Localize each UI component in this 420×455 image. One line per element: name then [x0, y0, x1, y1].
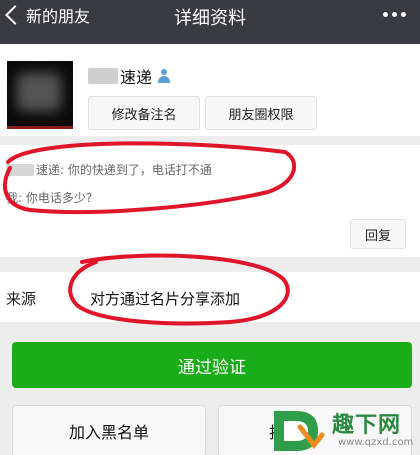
profile-card: 速递 修改备注名 朋友圈权限	[0, 44, 420, 136]
redacted-name-part	[88, 68, 118, 84]
avatar[interactable]	[7, 61, 73, 129]
page-title: 详细资料	[174, 8, 246, 29]
message-text: 我: 你电话多少?	[6, 191, 93, 205]
watermark-url: www.qzxd.com	[338, 437, 414, 448]
reply-button[interactable]: 回复	[350, 219, 406, 249]
message-text: 速递: 你的快递到了，电话打不通	[36, 163, 212, 177]
more-icon[interactable]	[383, 12, 406, 17]
verification-messages: 速递: 你的快递到了，电话打不通 我: 你电话多少? 回复	[0, 145, 420, 257]
edit-remark-button[interactable]: 修改备注名	[88, 96, 200, 130]
watermark-text: 趣下网	[332, 413, 402, 438]
navigation-bar: 新的朋友 详细资料	[0, 0, 420, 44]
redacted-name-part	[6, 163, 34, 176]
message-item: 速递: 你的快递到了，电话打不通	[6, 161, 212, 178]
accept-verification-button[interactable]: 通过验证	[12, 342, 412, 388]
watermark-logo-icon	[274, 411, 325, 451]
site-watermark: 趣下网 www.qzxd.com	[270, 405, 420, 455]
person-icon	[158, 69, 171, 83]
contact-name: 速递	[120, 68, 153, 87]
message-item: 我: 你电话多少?	[6, 189, 92, 206]
source-label: 来源	[6, 290, 37, 308]
source-row: 来源 对方通过名片分享添加	[0, 272, 420, 322]
moments-permission-button[interactable]: 朋友圈权限	[205, 96, 317, 130]
contact-name-row: 速递	[88, 64, 171, 88]
add-to-blacklist-button[interactable]: 加入黑名单	[12, 405, 206, 455]
source-value: 对方通过名片分享添加	[90, 290, 241, 308]
